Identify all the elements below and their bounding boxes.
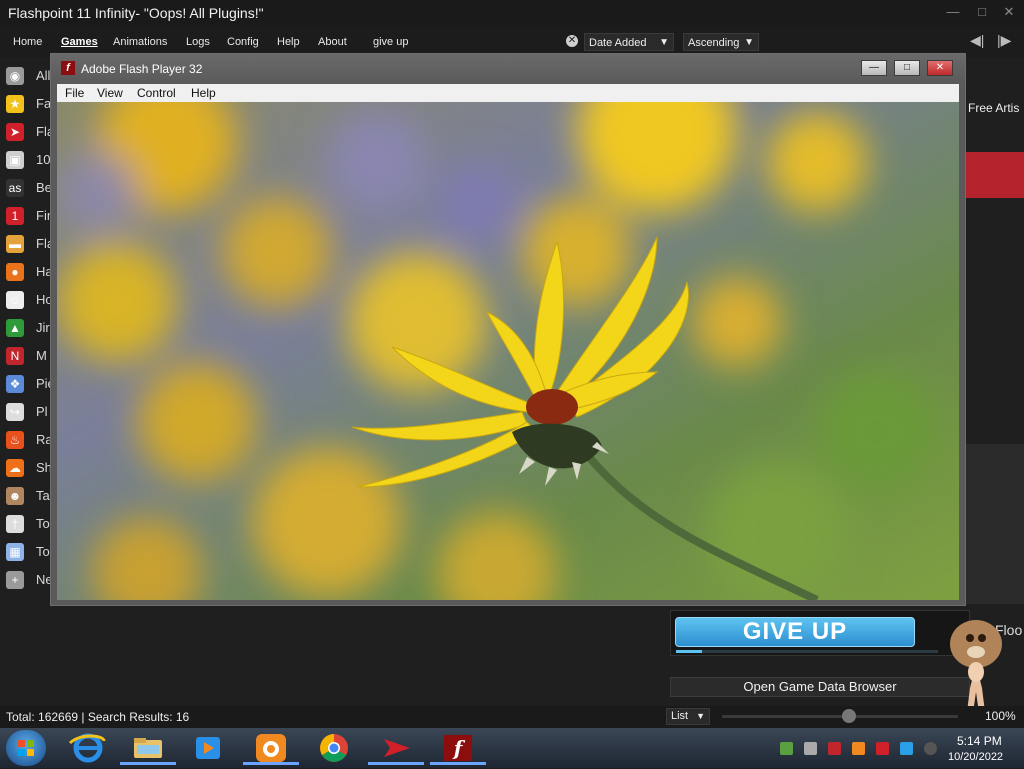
flash-window-title: Adobe Flash Player 32: [81, 62, 203, 76]
sidebar-item-label: Fir: [36, 208, 52, 223]
sort-order-select[interactable]: Ascending ▼: [683, 33, 759, 51]
zoom-slider[interactable]: [722, 715, 958, 718]
media-player-icon[interactable]: [180, 731, 236, 765]
preview-progress-track: [676, 650, 938, 653]
internet-explorer-icon[interactable]: [60, 731, 116, 765]
nav-help[interactable]: Help: [277, 36, 300, 48]
file-explorer-icon[interactable]: [120, 731, 176, 765]
view-mode-select[interactable]: List ▼: [666, 708, 710, 725]
number-one-icon: 1: [6, 207, 24, 225]
uc-browser-icon[interactable]: [243, 731, 299, 765]
nav-config[interactable]: Config: [227, 36, 259, 48]
clear-search-icon[interactable]: ✕: [566, 35, 578, 47]
nav-about[interactable]: About: [318, 36, 347, 48]
as-icon: as: [6, 179, 24, 197]
app-title-bar: Flashpoint 11 Infinity- "Oops! All Plugi…: [0, 0, 1024, 26]
flash-player-icon: f: [61, 61, 75, 75]
flash-menu-bar: File View Control Help: [57, 84, 959, 102]
nav-games[interactable]: Games: [61, 36, 98, 48]
tray-flag-icon[interactable]: [876, 742, 889, 755]
nav-animations[interactable]: Animations: [113, 36, 167, 48]
flash-maximize-icon[interactable]: □: [894, 60, 920, 76]
flash-game-canvas[interactable]: [57, 102, 959, 600]
clock-date[interactable]: 10/20/2022: [948, 751, 1003, 763]
flash-minimize-icon[interactable]: —: [861, 60, 887, 76]
nav-logs[interactable]: Logs: [186, 36, 210, 48]
tray-check-icon[interactable]: [828, 742, 841, 755]
maximize-icon[interactable]: □: [973, 4, 991, 20]
burger-icon: ▬: [6, 235, 24, 253]
invader-icon: ▣: [6, 151, 24, 169]
app-title: Flashpoint 11 Infinity- "Oops! All Plugi…: [8, 5, 264, 21]
flower-photo: [57, 102, 959, 600]
minimize-icon[interactable]: —: [944, 4, 962, 20]
give-up-button[interactable]: GIVE UP: [675, 617, 915, 647]
tray-search-icon[interactable]: [852, 742, 865, 755]
portrait-icon: ☻: [6, 487, 24, 505]
windows-logo-icon: [18, 740, 34, 756]
flash-player-icon[interactable]: f: [430, 731, 486, 765]
sidebar-item-label: Fa: [36, 96, 52, 111]
plus-icon: +: [6, 571, 24, 589]
sort-order-value: Ascending: [688, 37, 740, 49]
tray-app-icon[interactable]: [804, 742, 817, 755]
clock-time[interactable]: 5:14 PM: [957, 734, 1002, 748]
flash-title-bar[interactable]: f Adobe Flash Player 32 — □ ✕: [51, 54, 965, 84]
chevron-down-icon: ▼: [744, 37, 754, 48]
share-icon: ↪: [6, 403, 24, 421]
sidebar-item-label: Ta: [36, 488, 50, 503]
nav-home[interactable]: Home: [13, 36, 42, 48]
sidebar-item-label: Jir: [36, 320, 50, 335]
status-totals: Total: 162669 | Search Results: 16: [6, 710, 190, 724]
flash-close-icon[interactable]: ✕: [927, 60, 953, 76]
eye-icon: ◉: [6, 67, 24, 85]
soundcloud-icon: ☁: [6, 459, 24, 477]
game-info-banner: [966, 152, 1024, 198]
open-game-data-browser-button[interactable]: Open Game Data Browser: [670, 677, 970, 697]
menu-file[interactable]: File: [65, 86, 84, 100]
menu-view[interactable]: View: [97, 86, 123, 100]
pixel-icon: ❖: [6, 375, 24, 393]
collapse-left-icon[interactable]: ◀|: [970, 32, 984, 49]
sort-field-value: Date Added: [589, 37, 647, 49]
zoom-level: 100%: [985, 709, 1016, 723]
tray-network-icon[interactable]: [780, 742, 793, 755]
figure-icon: †: [6, 515, 24, 533]
collapse-right-icon[interactable]: |▶: [997, 32, 1011, 49]
sidebar-item-label: Pl: [36, 404, 48, 419]
search-input[interactable]: [370, 33, 586, 51]
flashpoint-icon: ➤: [6, 123, 24, 141]
menu-control[interactable]: Control: [137, 86, 176, 100]
sidebar-item-label: All: [36, 68, 51, 83]
face-icon: ☺: [6, 291, 24, 309]
fire-icon: ♨: [6, 431, 24, 449]
menu-help[interactable]: Help: [191, 86, 216, 100]
chevron-down-icon: ▼: [659, 37, 669, 48]
tree-icon: ▲: [6, 319, 24, 337]
preview-progress-fill: [676, 650, 702, 653]
start-button[interactable]: [6, 730, 46, 766]
zoom-slider-thumb[interactable]: [842, 709, 856, 723]
tray-monitor-icon[interactable]: [900, 742, 913, 755]
tray-volume-icon[interactable]: [924, 742, 937, 755]
blocks-icon: ▦: [6, 543, 24, 561]
sidebar-item-label: 10: [36, 152, 51, 167]
view-mode-value: List: [671, 710, 689, 722]
sidebar-item-label: To: [36, 544, 50, 559]
chevron-down-icon: ▼: [696, 711, 705, 721]
flashpoint-icon[interactable]: [368, 731, 424, 765]
star-icon: ★: [6, 95, 24, 113]
pumpkin-icon: ●: [6, 263, 24, 281]
game-info-screenshot: [966, 444, 1024, 604]
game-info-title: Free Artis: [968, 101, 1020, 115]
sidebar-item-label: M: [36, 348, 47, 363]
flash-player-window[interactable]: f Adobe Flash Player 32 — □ ✕ File View …: [50, 53, 966, 606]
newgrounds-icon: N: [6, 347, 24, 365]
sidebar-item-label: To: [36, 516, 50, 531]
close-icon[interactable]: ✕: [1000, 4, 1018, 20]
sort-field-select[interactable]: Date Added ▼: [584, 33, 674, 51]
chrome-icon[interactable]: [306, 731, 362, 765]
